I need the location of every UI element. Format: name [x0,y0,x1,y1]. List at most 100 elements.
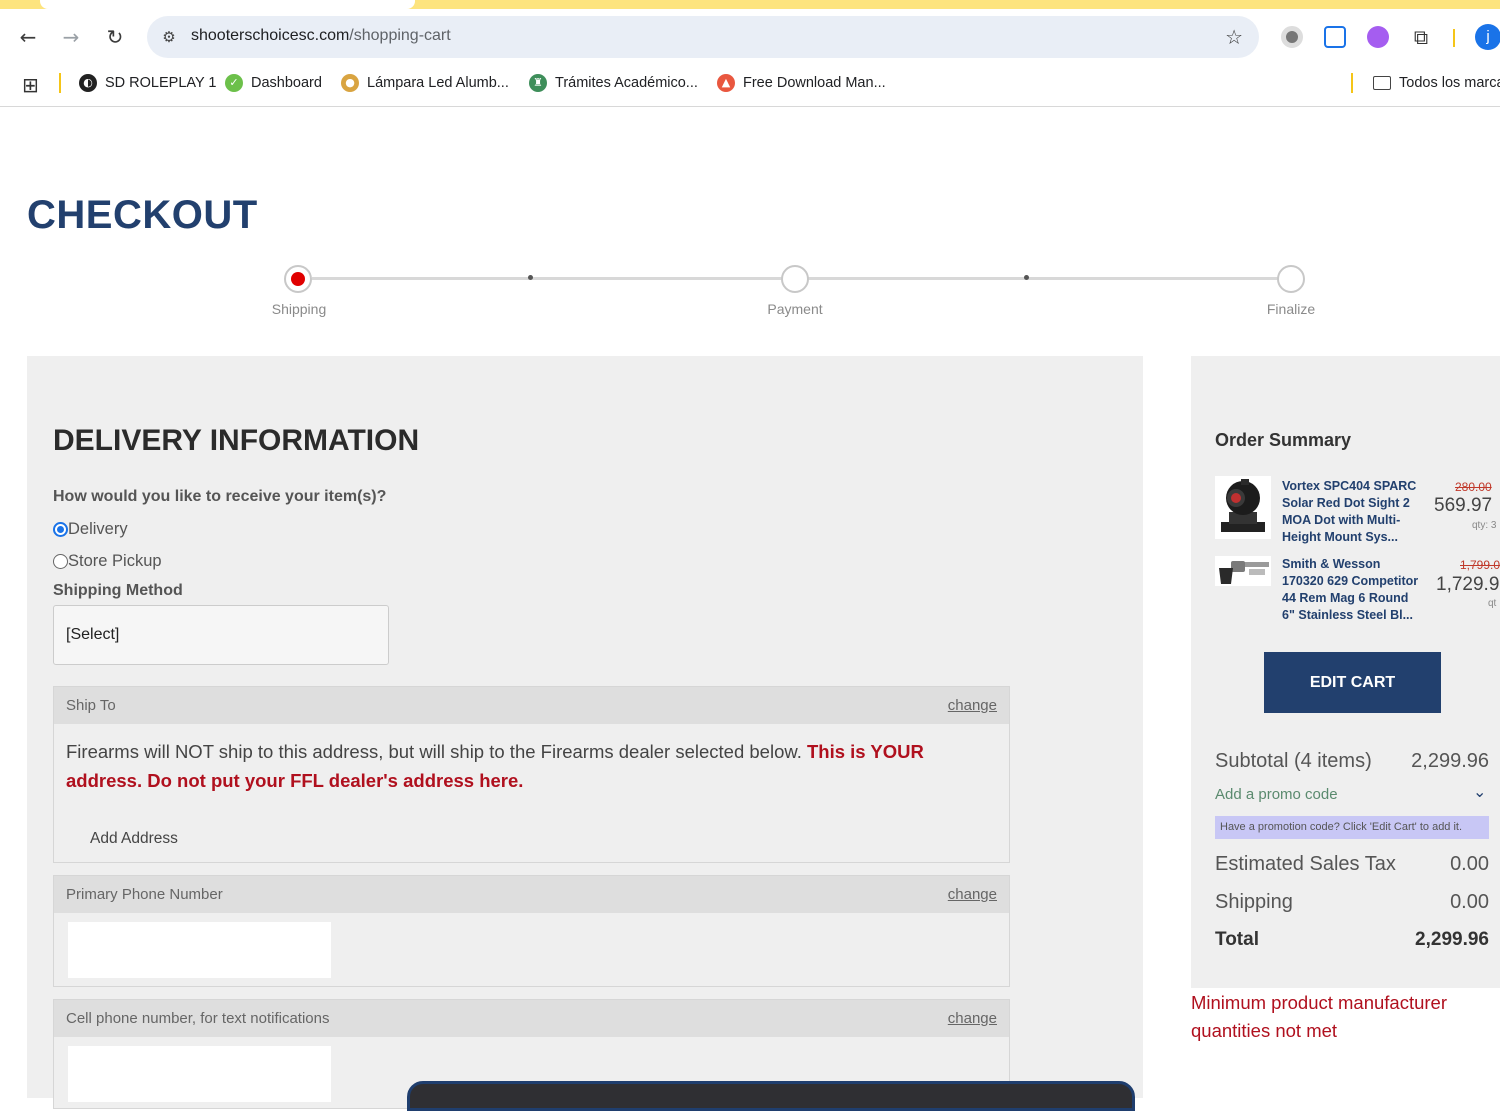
shipping-method-select[interactable]: [Select] [53,605,389,665]
ship-to-notice-text: Firearms will NOT ship to this address, … [66,741,802,762]
primary-phone-label: Primary Phone Number [66,886,223,903]
store-pickup-radio[interactable] [53,554,68,569]
lamp-icon: ● [341,74,359,92]
primary-phone-input[interactable] [68,922,331,978]
url-path: /shopping-cart [349,27,451,44]
item-qty: qt [1488,598,1497,609]
step-finalize-dot [1277,265,1305,293]
subtotal-row: Subtotal (4 items) 2,299.96 [1215,750,1489,773]
delivery-question: How would you like to receive your item(… [53,488,387,505]
ship-to-label: Ship To [66,697,116,714]
promo-code-toggle[interactable]: Add a promo code [1215,786,1338,803]
total-value: 2,299.96 [1415,929,1489,950]
edit-cart-button[interactable]: EDIT CART [1264,652,1441,713]
ship-to-change-link[interactable]: change [948,697,997,714]
cell-phone-change-link[interactable]: change [948,1010,997,1027]
order-summary: Order Summary Vortex SPC404 SPARC Solar … [1191,356,1500,988]
bookmark-star-icon[interactable]: ☆ [1225,25,1243,49]
url-text[interactable]: shooterschoicesc.com/shopping-cart [191,27,451,45]
step-finalize-label: Finalize [1266,301,1316,317]
cell-phone-header: Cell phone number, for text notification… [54,1000,1009,1037]
bookmark-label: Free Download Man... [743,75,886,91]
shipping-row: Shipping 0.00 [1215,891,1489,914]
all-bookmarks[interactable]: Todos los marca [1373,72,1500,94]
extension-translate-icon[interactable] [1324,26,1346,48]
tax-row: Estimated Sales Tax 0.00 [1215,853,1489,876]
item-name[interactable]: Vortex SPC404 SPARC Solar Red Dot Sight … [1282,478,1422,546]
bookmarks-divider [59,73,61,93]
delivery-option[interactable]: Delivery [53,520,128,539]
promo-note: Have a promotion code? Click 'Edit Cart'… [1215,816,1489,839]
extensions-puzzle-icon[interactable]: ⧉ [1410,26,1432,48]
download-icon: ▲ [717,74,735,92]
cell-phone-label: Cell phone number, for text notification… [66,1010,330,1027]
revolver-image[interactable] [1215,556,1271,586]
bookmark-label: Dashboard [251,75,322,91]
extension-purple-icon[interactable] [1367,26,1389,48]
forward-icon[interactable]: → [57,23,85,51]
bookmark-item[interactable]: ◐ SD ROLEPLAY 1 [79,72,217,94]
delivery-radio[interactable] [53,522,68,537]
ship-to-header: Ship To change [54,687,1009,724]
dashboard-icon: ✓ [225,74,243,92]
page-title: CHECKOUT [27,193,258,237]
active-tab[interactable] [40,0,415,9]
item-price: 1,729.9 [1436,574,1500,595]
reload-icon[interactable]: ↻ [101,23,129,51]
item-name[interactable]: Smith & Wesson 170320 629 Competitor 44 … [1282,556,1422,624]
order-summary-title: Order Summary [1215,430,1352,450]
tab-strip [0,0,1500,9]
ship-to-box: Ship To change Firearms will NOT ship to… [53,686,1010,863]
item-old-price: 1,799.0 [1460,558,1500,572]
step-payment-label: Payment [767,301,823,317]
bookmarks-divider [1351,73,1353,93]
total-label: Total [1215,929,1259,950]
revolver-icon [1219,561,1269,584]
minimum-quantity-warning: Minimum product manufacturer quantities … [1191,992,1448,1041]
store-pickup-option[interactable]: Store Pickup [53,552,162,571]
progress-line [808,277,1278,280]
bookmark-label: SD ROLEPLAY 1 [105,75,217,91]
step-shipping-dot [284,265,312,293]
bookmark-item[interactable]: ● Lámpara Led Alumb... [341,72,509,94]
red-dot-sight-icon [1221,479,1265,532]
bookmark-item[interactable]: ✓ Dashboard [225,72,322,94]
extension-record-icon[interactable] [1281,26,1303,48]
primary-phone-change-link[interactable]: change [948,886,997,903]
all-bookmarks-label: Todos los marca [1399,75,1500,91]
chevron-down-icon[interactable]: ⌄ [1473,782,1486,801]
delivery-panel: DELIVERY INFORMATION How would you like … [27,356,1143,1109]
shipping-method-label: Shipping Method [53,582,183,599]
back-icon[interactable]: ← [14,23,42,51]
subtotal-label: Subtotal (4 items) [1215,750,1372,772]
red-dot-sight-image[interactable] [1215,476,1271,539]
bookmark-label: Trámites Académico... [555,75,698,91]
bookmark-label: Lámpara Led Alumb... [367,75,509,91]
shipping-value: 0.00 [1450,891,1489,913]
item-old-price: 280.00 [1455,480,1492,494]
apps-grid-icon[interactable]: ⊞ [22,73,39,97]
floating-bottom-bar[interactable] [407,1081,1135,1111]
subtotal-value: 2,299.96 [1411,750,1489,772]
step-shipping-label: Shipping [271,301,327,317]
step-payment-dot [781,265,809,293]
site-info-icon[interactable]: ⚙ [157,25,181,49]
cell-phone-input[interactable] [68,1046,331,1102]
profile-avatar[interactable]: j [1475,24,1500,50]
toolbar-divider [1453,29,1455,47]
tax-value: 0.00 [1450,853,1489,875]
progress-substep-dot [1024,275,1029,280]
academic-icon: ♜ [529,74,547,92]
delivery-option-label: Delivery [68,520,128,538]
bookmarks-bar: ⊞ ◐ SD ROLEPLAY 1 ✓ Dashboard ● Lámpara Led… [0,65,1500,107]
ship-to-notice: Firearms will NOT ship to this address, … [66,737,996,795]
total-row: Total 2,299.96 [1215,929,1489,951]
address-bar[interactable]: ⚙ shooterschoicesc.com/shopping-cart ☆ [147,16,1259,58]
globe-icon: ◐ [79,74,97,92]
add-address-link[interactable]: Add Address [90,830,178,848]
bookmark-item[interactable]: ♜ Trámites Académico... [529,72,698,94]
bookmark-item[interactable]: ▲ Free Download Man... [717,72,886,94]
item-price: 569.97 [1434,495,1493,516]
progress-substep-dot [528,275,533,280]
primary-phone-header: Primary Phone Number change [54,876,1009,913]
